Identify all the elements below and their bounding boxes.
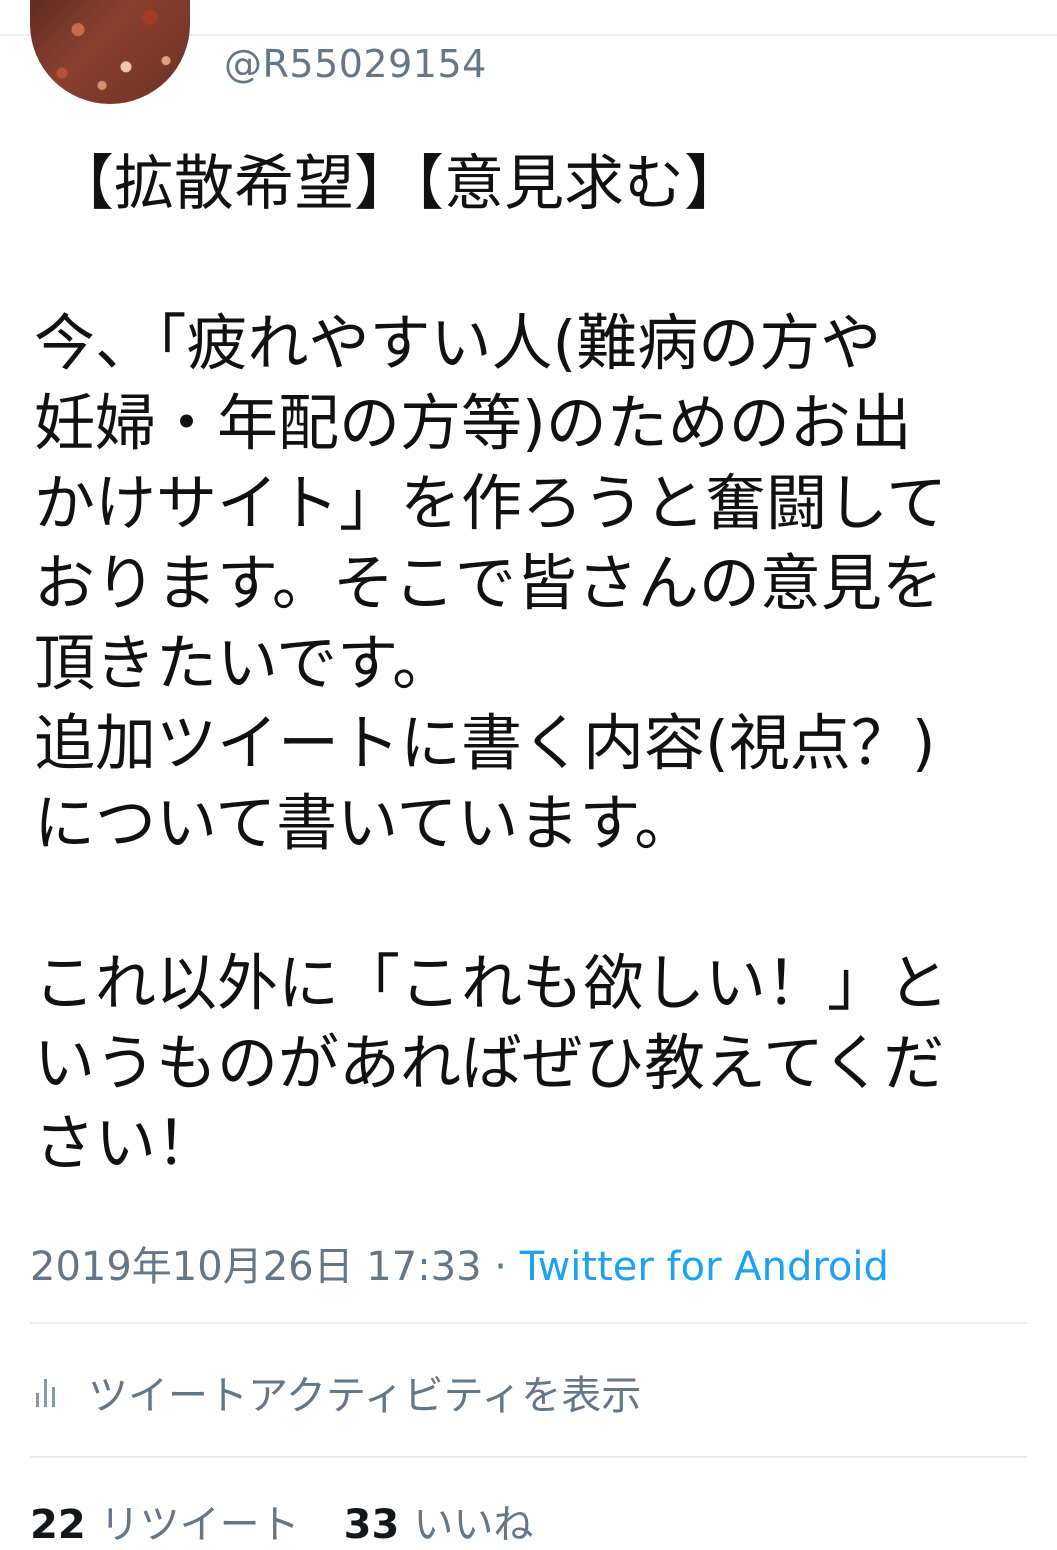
user-avatar[interactable] — [30, 0, 190, 104]
likes-count: 33 — [343, 1502, 400, 1548]
view-activity-button[interactable]: ツイートアクティビティを表示 — [30, 1362, 641, 1422]
tweet-line: これ以外に「これも欲しい！」と — [34, 948, 950, 1019]
divider — [30, 1322, 1027, 1324]
tweet-line: 追加ツイートに書く内容(視点？) — [34, 708, 936, 779]
bar-chart-icon — [36, 1377, 66, 1407]
tweet-text: 【拡散希望】【意見求む】 今、「疲れやすい人(難病の方や 妊婦・年配の方等)のた… — [34, 144, 1024, 1184]
tweet-meta: 2019年10月26日 17:33 · Twitter for Android — [30, 1234, 889, 1292]
retweets-label: リツイート — [99, 1502, 300, 1548]
likes-stat[interactable]: 33 いいね — [344, 1492, 534, 1550]
activity-label: ツイートアクティビティを表示 — [88, 1373, 642, 1419]
tweet-line: おります。そこで皆さんの意見を — [34, 548, 943, 619]
tweet-line: 今、「疲れやすい人(難病の方や — [34, 308, 882, 379]
tweet-line: について書いています。 — [34, 788, 696, 859]
divider — [30, 1456, 1027, 1458]
tweet-title: 【拡散希望】【意見求む】 — [54, 149, 744, 219]
retweets-stat[interactable]: 22 リツイート — [30, 1492, 300, 1550]
user-handle[interactable]: @R55029154 — [224, 42, 487, 86]
tweet-line: 頂きたいです。 — [34, 628, 454, 699]
tweet-paragraph-1: 今、「疲れやすい人(難病の方や 妊婦・年配の方等)のためのお出 かけサイト」を作… — [34, 304, 1024, 864]
likes-label: いいね — [413, 1502, 534, 1548]
meta-separator: · — [481, 1244, 520, 1290]
tweet-stats: 22 リツイート 33 いいね — [30, 1492, 533, 1550]
tweet-paragraph-2: これ以外に「これも欲しい！」と いうものがあればぜひ教えてくだ さい！ — [34, 944, 1024, 1184]
tweet-line: いうものがあればぜひ教えてくだ — [34, 1028, 945, 1099]
tweet-line: かけサイト」を作ろうと奮闘して — [34, 468, 948, 539]
tweet-line: さい！ — [34, 1108, 218, 1179]
tweet-timestamp[interactable]: 2019年10月26日 17:33 — [30, 1244, 482, 1290]
tweet-line: 妊婦・年配の方等)のためのお出 — [34, 388, 912, 459]
tweet-source-link[interactable]: Twitter for Android — [520, 1244, 889, 1290]
retweets-count: 22 — [30, 1502, 86, 1548]
